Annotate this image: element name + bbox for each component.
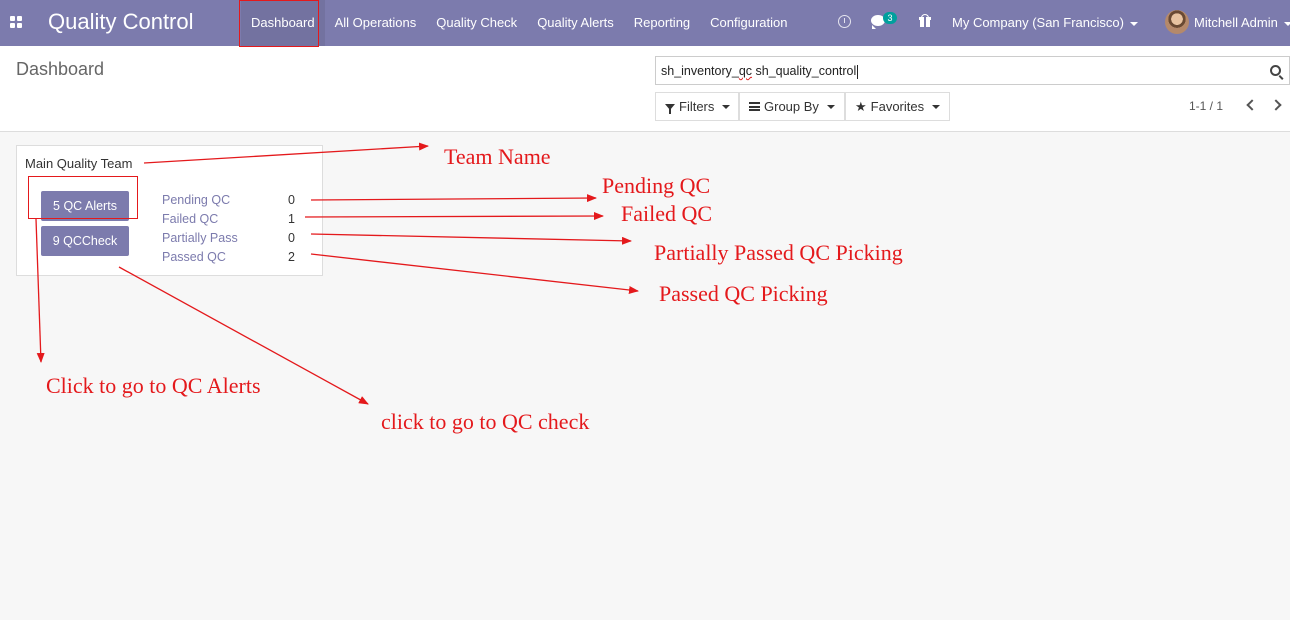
filters-button[interactable]: Filters xyxy=(655,92,739,121)
list-icon xyxy=(749,102,760,111)
group-by-button[interactable]: Group By xyxy=(739,92,845,121)
messages-count-badge: 3 xyxy=(883,12,897,24)
search-icon[interactable] xyxy=(1270,65,1281,76)
qc-alerts-highlight-box xyxy=(28,176,138,219)
stat-label-failed[interactable]: Failed QC xyxy=(162,212,218,226)
user-name: Mitchell Admin xyxy=(1194,15,1278,30)
annotation-partially-passed: Partially Passed QC Picking xyxy=(654,240,903,265)
stat-value-pending: 0 xyxy=(288,193,295,207)
annotation-click-alerts: Click to go to QC Alerts xyxy=(46,373,261,398)
activity-clock-icon[interactable] xyxy=(838,15,851,28)
stat-value-passed: 2 xyxy=(288,250,295,264)
stat-label-pending[interactable]: Pending QC xyxy=(162,193,230,207)
favorites-button[interactable]: ★ Favorites xyxy=(845,92,950,121)
menu-configuration[interactable]: Configuration xyxy=(700,0,797,46)
caret-down-icon xyxy=(1283,21,1290,26)
company-name: My Company (San Francisco) xyxy=(952,15,1124,30)
user-menu[interactable]: Mitchell Admin xyxy=(1194,0,1290,46)
annotation-team-name: Team Name xyxy=(444,144,551,169)
team-name[interactable]: Main Quality Team xyxy=(25,156,132,171)
stat-value-partially-pass: 0 xyxy=(288,231,295,245)
stat-label-partially-pass[interactable]: Partially Pass xyxy=(162,231,238,245)
search-input[interactable]: sh_inventory_qc sh_quality_control xyxy=(655,56,1290,85)
arrow-partially-passed xyxy=(310,233,632,245)
star-icon: ★ xyxy=(855,99,867,114)
menu-quality-alerts[interactable]: Quality Alerts xyxy=(527,0,624,46)
caret-down-icon xyxy=(932,104,941,109)
caret-down-icon xyxy=(1129,21,1138,26)
search-value: sh_inventory_qc sh_quality_control xyxy=(661,64,859,79)
top-navbar: Quality Control Dashboard All Operations… xyxy=(0,0,1290,46)
gift-icon[interactable] xyxy=(919,14,931,27)
control-panel: Dashboard sh_inventory_qc sh_quality_con… xyxy=(0,46,1290,132)
annotation-click-check: click to go to QC check xyxy=(381,409,590,434)
annotation-passed-qc: Passed QC Picking xyxy=(659,281,828,306)
menu-all-operations[interactable]: All Operations xyxy=(325,0,427,46)
arrow-pending-qc xyxy=(310,194,597,203)
apps-menu-icon[interactable] xyxy=(10,16,22,28)
dashboard-highlight-box xyxy=(239,0,319,47)
pager-value[interactable]: 1-1 / 1 xyxy=(1189,99,1223,113)
annotation-failed-qc: Failed QC xyxy=(621,201,713,226)
pager-previous-icon[interactable] xyxy=(1246,99,1258,111)
qc-check-button[interactable]: 9 QCCheck xyxy=(41,226,129,256)
filter-icon xyxy=(665,103,675,114)
arrow-failed-qc xyxy=(304,212,604,221)
caret-down-icon xyxy=(826,104,835,109)
stat-value-failed: 1 xyxy=(288,212,295,226)
main-menu: Dashboard All Operations Quality Check Q… xyxy=(241,0,797,46)
arrow-passed-qc xyxy=(310,253,639,294)
annotation-pending-qc: Pending QC xyxy=(602,173,711,198)
stat-label-passed[interactable]: Passed QC xyxy=(162,250,226,264)
menu-reporting[interactable]: Reporting xyxy=(624,0,700,46)
company-switcher[interactable]: My Company (San Francisco) xyxy=(952,0,1138,46)
app-title[interactable]: Quality Control xyxy=(48,9,194,35)
user-avatar[interactable] xyxy=(1165,10,1189,34)
pager-next-icon[interactable] xyxy=(1270,99,1282,111)
page-title: Dashboard xyxy=(16,59,105,79)
menu-quality-check[interactable]: Quality Check xyxy=(426,0,527,46)
caret-down-icon xyxy=(722,104,731,109)
